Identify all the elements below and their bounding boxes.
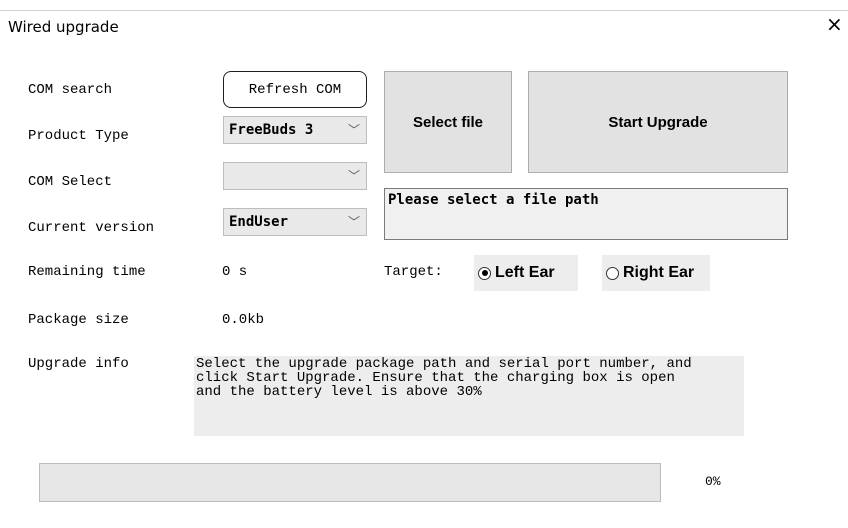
remaining-time-value: 0 s [222,264,248,280]
upgrade-info-text: Select the upgrade package path and seri… [194,356,744,436]
right-ear-label: Right Ear [623,264,695,281]
upgrade-progress-bar [39,463,661,502]
chevron-down-icon: ﹀ [347,215,360,229]
upgrade-info-label: Upgrade info [28,356,129,372]
file-path-field[interactable]: Please select a file path [384,188,788,240]
current-version-label: Current version [28,220,155,236]
com-select-dropdown[interactable]: ﹀ [223,162,367,190]
remaining-time-label: Remaining time [28,264,146,280]
start-upgrade-button[interactable]: Start Upgrade [528,71,788,173]
product-type-select[interactable]: FreeBuds 3 ﹀ [223,116,367,144]
right-ear-radio[interactable]: Right Ear [602,255,710,291]
radio-unchecked-icon [606,266,619,280]
left-ear-radio[interactable]: Left Ear [474,255,578,291]
left-ear-label: Left Ear [495,264,555,281]
com-select-label: COM Select [28,174,113,190]
product-type-value: FreeBuds 3 [229,122,314,138]
product-type-label: Product Type [28,128,129,144]
refresh-com-button[interactable]: Refresh COM [223,71,367,108]
package-size-value: 0.0kb [222,312,265,328]
target-label: Target: [384,264,443,280]
chevron-down-icon: ﹀ [347,123,360,137]
select-file-button[interactable]: Select file [384,71,512,173]
current-version-select[interactable]: EndUser ﹀ [223,208,367,236]
close-icon[interactable]: × [826,14,843,34]
package-size-label: Package size [28,312,129,328]
progress-percent: 0% [705,474,721,489]
window-title: Wired upgrade [8,18,119,36]
radio-checked-icon [478,266,491,280]
com-search-label: COM search [28,82,113,98]
current-version-value: EndUser [229,214,289,230]
window-top-border [0,10,848,11]
chevron-down-icon: ﹀ [347,169,360,183]
